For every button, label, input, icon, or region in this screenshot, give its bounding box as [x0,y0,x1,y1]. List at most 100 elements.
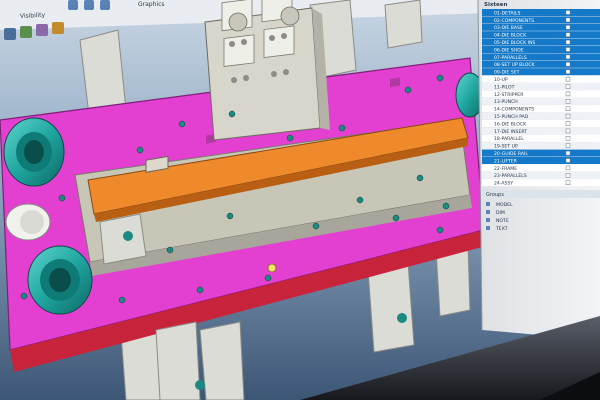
layer-row-label: 18-PARALLEL [494,136,524,142]
layer-visibility-checkbox[interactable] [565,136,571,141]
layer-visibility-checkbox[interactable] [565,121,571,126]
layer-row[interactable]: 10-UP [482,75,600,83]
layer-row[interactable]: 15-PUNCH PAD [482,112,600,120]
layer-visibility-checkbox[interactable] [565,32,571,37]
layer-visibility-checkbox[interactable] [565,128,571,134]
layer-visibility-checkbox[interactable] [565,106,571,111]
layer-visibility-checkbox[interactable] [565,165,571,171]
layer-visibility-checkbox[interactable] [565,143,571,148]
layer-row-label: 22-FRAME [494,166,517,172]
layer-visibility-checkbox[interactable] [565,39,571,45]
group-icon [486,226,490,230]
layer-row-label: 21-LIFTER [494,158,518,164]
layer-row-label: 20-GUIDE RAIL [494,151,528,157]
cylinder-upper [3,117,65,187]
group-row-label: NOTE [496,218,509,224]
layer-row-label: 05-DIE BLOCK INS [494,40,535,46]
layer-visibility-checkbox[interactable] [565,69,571,74]
layer-row-label: 17-DIE INSERT [494,129,527,135]
layer-row-label: 08-SET UP BLOCK [494,62,536,68]
layer-visibility-checkbox[interactable] [565,91,571,97]
section-view-icon[interactable] [52,22,64,34]
layer-visibility-checkbox[interactable] [565,180,571,185]
layer-visibility-checkbox[interactable] [565,113,571,119]
layer-row-label: 23-PARALLELS [494,173,527,179]
group-icon [486,202,490,206]
layer-tree: 01-DETAILS 02-COMPONENTS03-DIE BASE 04-DIE… [482,9,600,187]
layer-visibility-checkbox[interactable] [565,76,571,82]
layer-row[interactable]: 12-STRIPPER [482,90,600,98]
layer-visibility-checkbox[interactable] [565,84,571,89]
layer-row[interactable]: 24-ASSY [482,179,600,187]
layer-row[interactable]: 17-DIE INSERT [482,127,600,135]
layer-row-label: 14-COMPONENTS [494,107,534,113]
group-icon [486,210,490,214]
layer-row[interactable]: 09-DIE SET [482,68,600,76]
rotate-icon[interactable] [68,0,78,10]
layer-visibility-checkbox[interactable] [565,173,571,178]
layer-row[interactable]: 07-PARALLELS [482,53,600,61]
layer-row-label: 09-DIE SET [494,70,520,76]
layer-row[interactable]: 01-DETAILS [482,9,600,16]
layer-row[interactable]: 20-GUIDE RAIL [482,149,600,157]
layer-visibility-checkbox[interactable] [565,25,571,30]
pan-icon[interactable] [84,0,94,10]
white-spacer-cylinder [5,203,51,241]
layer-row[interactable]: 16-DIE BLOCK [482,120,600,127]
zoom-icon[interactable] [100,0,110,10]
layer-row[interactable]: 04-DIE BLOCK [482,31,600,39]
layer-visibility-checkbox[interactable] [565,54,571,60]
layer-visibility-checkbox[interactable] [565,10,571,15]
layer-row[interactable]: 06-DIE SHOE [482,46,600,53]
layer-row[interactable]: 19-SET UP [482,142,600,150]
layer-row-label: 11-PILOT [494,84,515,90]
connector-block-assembly[interactable] [204,0,330,141]
layer-row-label: 06-DIE SHOE [494,47,524,53]
layer-visibility-checkbox[interactable] [565,62,571,67]
panel-title: Sixteen [484,2,507,8]
layer-row[interactable]: 23-PARALLELS [482,171,600,179]
layer-row[interactable]: 05-DIE BLOCK INS [482,38,600,46]
group-row-label: DIM [496,210,505,216]
layer-row-label: 02-COMPONENTS [494,18,534,24]
layer-row[interactable]: 22-FRAME [482,164,600,172]
origin-marker [267,263,277,273]
layer-row-label: 01-DETAILS [494,10,520,16]
layer-row-label: 19-SET UP [494,144,518,150]
group-row-label: MODEL [496,202,513,208]
shaded-view-icon[interactable] [20,26,32,38]
graphics-label: Graphics [138,1,165,8]
layer-row[interactable]: 11-PILOT [482,83,600,90]
cad-viewport-photo: Visibility Graphics Sixteen 01-DETAILS02… [0,0,600,400]
layer-row-label: 07-PARALLELS [494,55,527,61]
group-header: Groups [486,192,504,198]
layer-row[interactable]: 14-COMPONENTS [482,105,600,113]
layer-row-label: 10-UP [494,77,508,83]
cad-screenshot-scene: Visibility Graphics Sixteen 01-DETAILS 0… [0,0,600,400]
layer-row[interactable]: 18-PARALLEL [482,134,600,142]
layer-row[interactable]: 02-COMPONENTS [482,16,600,24]
layer-row-label: 04-DIE BLOCK [494,33,527,39]
group-row-label: TEXT [495,226,508,232]
layer-row[interactable]: 21-LIFTER [482,157,600,164]
layer-visibility-checkbox[interactable] [565,17,571,23]
layer-row-label: 15-PUNCH PAD [494,114,529,120]
visibility-label: Visibility [20,12,46,20]
group-icon [486,218,490,222]
layer-row-label: 12-STRIPPER [494,92,524,98]
layer-visibility-checkbox[interactable] [565,47,571,52]
layer-row-label: 16-DIE BLOCK [494,121,527,127]
layer-row-label: 24-ASSY [494,181,513,187]
layer-visibility-checkbox[interactable] [565,158,571,163]
wireframe-view-icon[interactable] [36,24,48,36]
layer-visibility-checkbox[interactable] [565,150,571,156]
layer-visibility-checkbox[interactable] [565,99,571,104]
layer-row-label: 13-PUNCH [494,99,518,105]
layers-panel: Sixteen 01-DETAILS 02-COMPONENTS03-DIE BA… [477,0,600,340]
layer-row[interactable]: 03-DIE BASE [482,23,600,31]
layer-row-label: 03-DIE BASE [494,25,523,31]
view-cube-icon[interactable] [4,28,16,40]
layer-row[interactable]: 08-SET UP BLOCK [482,60,600,68]
layer-row[interactable]: 13-PUNCH [482,97,600,105]
cylinder-lower [27,245,93,315]
